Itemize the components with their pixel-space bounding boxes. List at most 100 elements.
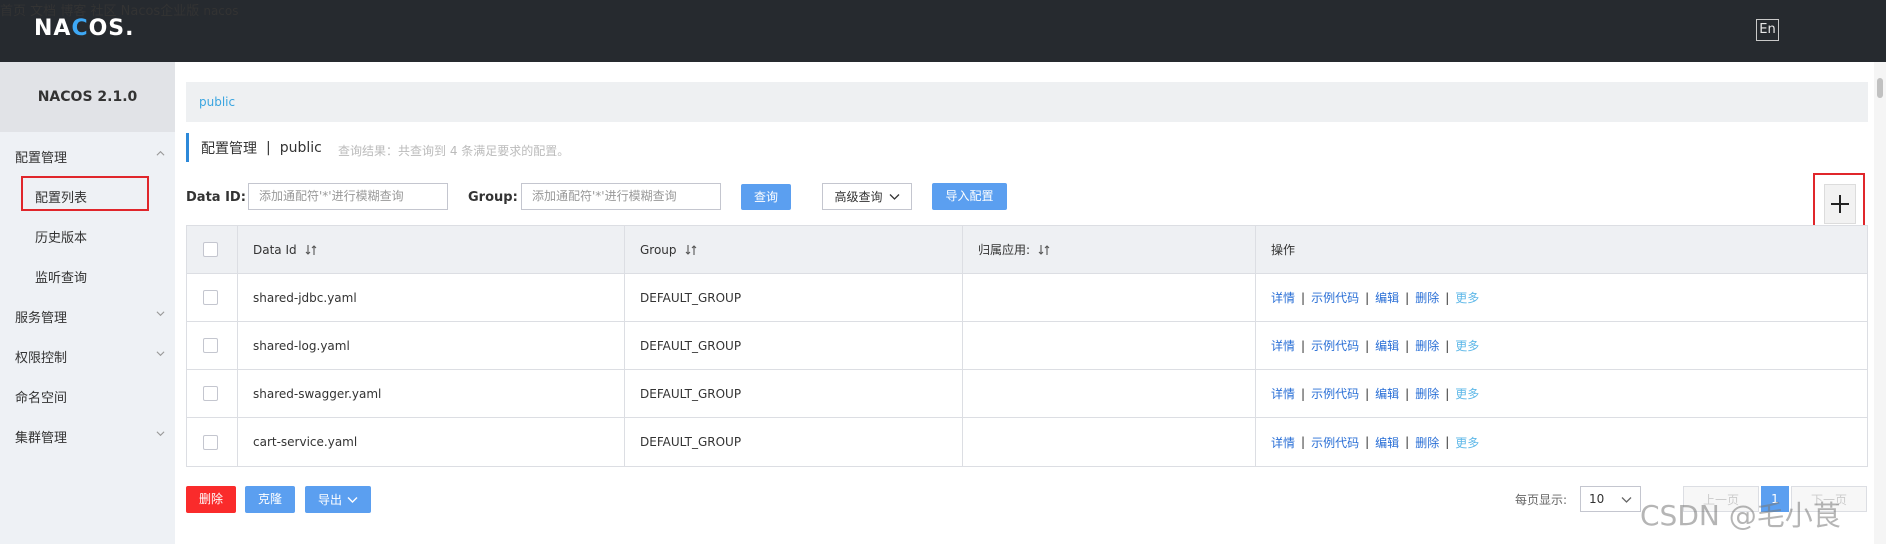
sort-icon[interactable] bbox=[1038, 244, 1050, 256]
action-delete-link[interactable]: 删除 bbox=[1415, 385, 1439, 402]
nav-home[interactable]: 首页 bbox=[0, 4, 26, 19]
sidebar-item-listen-query[interactable]: 监听查询 bbox=[35, 267, 87, 286]
logo-text-accent: C bbox=[71, 16, 89, 41]
chevron-up-icon[interactable] bbox=[156, 149, 165, 158]
action-edit-link[interactable]: 编辑 bbox=[1375, 337, 1399, 354]
scrollbar-thumb[interactable] bbox=[1877, 78, 1883, 98]
op-separator: | bbox=[1405, 290, 1410, 305]
sidebar-group-cluster[interactable]: 集群管理 bbox=[15, 427, 67, 446]
sidebar-group-service[interactable]: 服务管理 bbox=[15, 307, 67, 326]
page-title-separator: | bbox=[266, 139, 271, 156]
query-button[interactable]: 查询 bbox=[741, 184, 791, 210]
cell-actions: 详情 | 示例代码 | 编辑 | 删除 | 更多 bbox=[1255, 322, 1479, 369]
table-row: shared-swagger.yaml DEFAULT_GROUP 详情 | 示例… bbox=[187, 370, 1867, 418]
action-detail-link[interactable]: 详情 bbox=[1271, 434, 1295, 451]
page-title-text: 配置管理 bbox=[201, 140, 257, 157]
op-separator: | bbox=[1445, 435, 1450, 449]
sidebar-group-config[interactable]: 配置管理 bbox=[15, 147, 67, 166]
sort-icon[interactable] bbox=[685, 244, 697, 256]
group-input[interactable]: 添加通配符'*'进行模糊查询 bbox=[521, 183, 721, 210]
op-separator: | bbox=[1405, 338, 1410, 353]
action-more-link[interactable]: 更多 bbox=[1455, 289, 1479, 306]
row-checkbox[interactable] bbox=[203, 338, 218, 353]
chevron-down-icon bbox=[889, 193, 899, 200]
logo-text-prefix: NA bbox=[34, 16, 72, 41]
action-sample-code-link[interactable]: 示例代码 bbox=[1311, 434, 1359, 451]
op-separator: | bbox=[1365, 435, 1370, 449]
scrollbar-track[interactable] bbox=[1874, 62, 1886, 544]
action-delete-link[interactable]: 删除 bbox=[1415, 289, 1439, 306]
clone-button[interactable]: 克隆 bbox=[245, 486, 295, 513]
op-separator: | bbox=[1365, 386, 1370, 401]
batch-delete-button[interactable]: 删除 bbox=[186, 486, 236, 513]
language-toggle-button[interactable]: En bbox=[1756, 19, 1779, 41]
column-header-data-id[interactable]: Data Id bbox=[237, 226, 317, 273]
column-header-actions: 操作 bbox=[1271, 243, 1296, 257]
cell-data-id: shared-log.yaml bbox=[253, 338, 350, 353]
sidebar-item-history[interactable]: 历史版本 bbox=[35, 227, 87, 246]
nacos-logo[interactable]: NACOS. bbox=[34, 16, 135, 41]
cell-data-id: shared-swagger.yaml bbox=[253, 386, 382, 401]
cell-group: DEFAULT_GROUP bbox=[640, 386, 742, 401]
create-config-button[interactable] bbox=[1824, 184, 1856, 224]
action-more-link[interactable]: 更多 bbox=[1455, 434, 1479, 451]
op-separator: | bbox=[1365, 290, 1370, 305]
row-checkbox[interactable] bbox=[203, 290, 218, 305]
action-delete-link[interactable]: 删除 bbox=[1415, 337, 1439, 354]
op-separator: | bbox=[1405, 386, 1410, 401]
namespace-tab-public[interactable]: public bbox=[199, 95, 235, 109]
action-sample-code-link[interactable]: 示例代码 bbox=[1311, 289, 1359, 306]
column-header-app-label: 归属应用: bbox=[978, 243, 1031, 257]
action-detail-link[interactable]: 详情 bbox=[1271, 337, 1295, 354]
sidebar: NACOS 2.1.0 bbox=[0, 62, 175, 544]
column-header-data-id-label: Data Id bbox=[253, 242, 297, 257]
action-sample-code-link[interactable]: 示例代码 bbox=[1311, 385, 1359, 402]
table-row: cart-service.yaml DEFAULT_GROUP 详情 | 示例代码… bbox=[187, 418, 1867, 466]
chevron-down-icon[interactable] bbox=[156, 349, 165, 358]
action-delete-link[interactable]: 删除 bbox=[1415, 434, 1439, 451]
action-more-link[interactable]: 更多 bbox=[1455, 337, 1479, 354]
page-size-value: 10 bbox=[1589, 492, 1605, 506]
import-config-button[interactable]: 导入配置 bbox=[932, 183, 1007, 210]
sidebar-item-namespace[interactable]: 命名空间 bbox=[15, 387, 67, 406]
page-size-select[interactable]: 10 bbox=[1580, 486, 1641, 512]
action-detail-link[interactable]: 详情 bbox=[1271, 385, 1295, 402]
action-detail-link[interactable]: 详情 bbox=[1271, 289, 1295, 306]
action-edit-link[interactable]: 编辑 bbox=[1375, 434, 1399, 451]
page-title: 配置管理 | public bbox=[186, 133, 322, 162]
advanced-query-button[interactable]: 高级查询 bbox=[822, 183, 912, 210]
action-more-link[interactable]: 更多 bbox=[1455, 385, 1479, 402]
cell-group: DEFAULT_GROUP bbox=[640, 435, 742, 449]
export-button[interactable]: 导出 bbox=[305, 486, 371, 513]
chevron-down-icon[interactable] bbox=[156, 429, 165, 438]
column-header-app[interactable]: 归属应用: bbox=[962, 226, 1050, 273]
table-row: shared-jdbc.yaml DEFAULT_GROUP 详情 | 示例代码 |… bbox=[187, 274, 1867, 322]
row-checkbox[interactable] bbox=[203, 434, 218, 450]
op-separator: | bbox=[1445, 290, 1450, 305]
action-edit-link[interactable]: 编辑 bbox=[1375, 385, 1399, 402]
plus-icon bbox=[1831, 195, 1849, 213]
sort-icon[interactable] bbox=[305, 244, 317, 256]
version-label: NACOS 2.1.0 bbox=[0, 62, 175, 132]
chevron-down-icon[interactable] bbox=[156, 309, 165, 318]
sidebar-item-config-list[interactable]: 配置列表 bbox=[35, 187, 87, 206]
export-button-label: 导出 bbox=[317, 493, 342, 507]
cell-group: DEFAULT_GROUP bbox=[640, 338, 742, 353]
cell-data-id: shared-jdbc.yaml bbox=[253, 290, 357, 305]
action-edit-link[interactable]: 编辑 bbox=[1375, 289, 1399, 306]
row-checkbox[interactable] bbox=[203, 386, 218, 401]
select-all-checkbox[interactable] bbox=[203, 242, 218, 257]
sidebar-group-auth[interactable]: 权限控制 bbox=[15, 347, 67, 366]
cell-app bbox=[962, 418, 978, 466]
op-separator: | bbox=[1405, 435, 1410, 449]
config-table: Data Id Group 归属应用: 操作 shared-jdbc.yaml … bbox=[186, 225, 1868, 467]
column-header-group[interactable]: Group bbox=[624, 226, 697, 273]
chevron-down-icon bbox=[1621, 497, 1632, 503]
user-name[interactable]: nacos bbox=[203, 4, 238, 18]
op-separator: | bbox=[1365, 338, 1370, 353]
data-id-label: Data ID: bbox=[186, 190, 246, 205]
data-id-input[interactable]: 添加通配符'*'进行模糊查询 bbox=[248, 183, 448, 210]
action-sample-code-link[interactable]: 示例代码 bbox=[1311, 337, 1359, 354]
op-separator: | bbox=[1301, 338, 1306, 353]
cell-actions: 详情 | 示例代码 | 编辑 | 删除 | 更多 bbox=[1255, 370, 1479, 417]
